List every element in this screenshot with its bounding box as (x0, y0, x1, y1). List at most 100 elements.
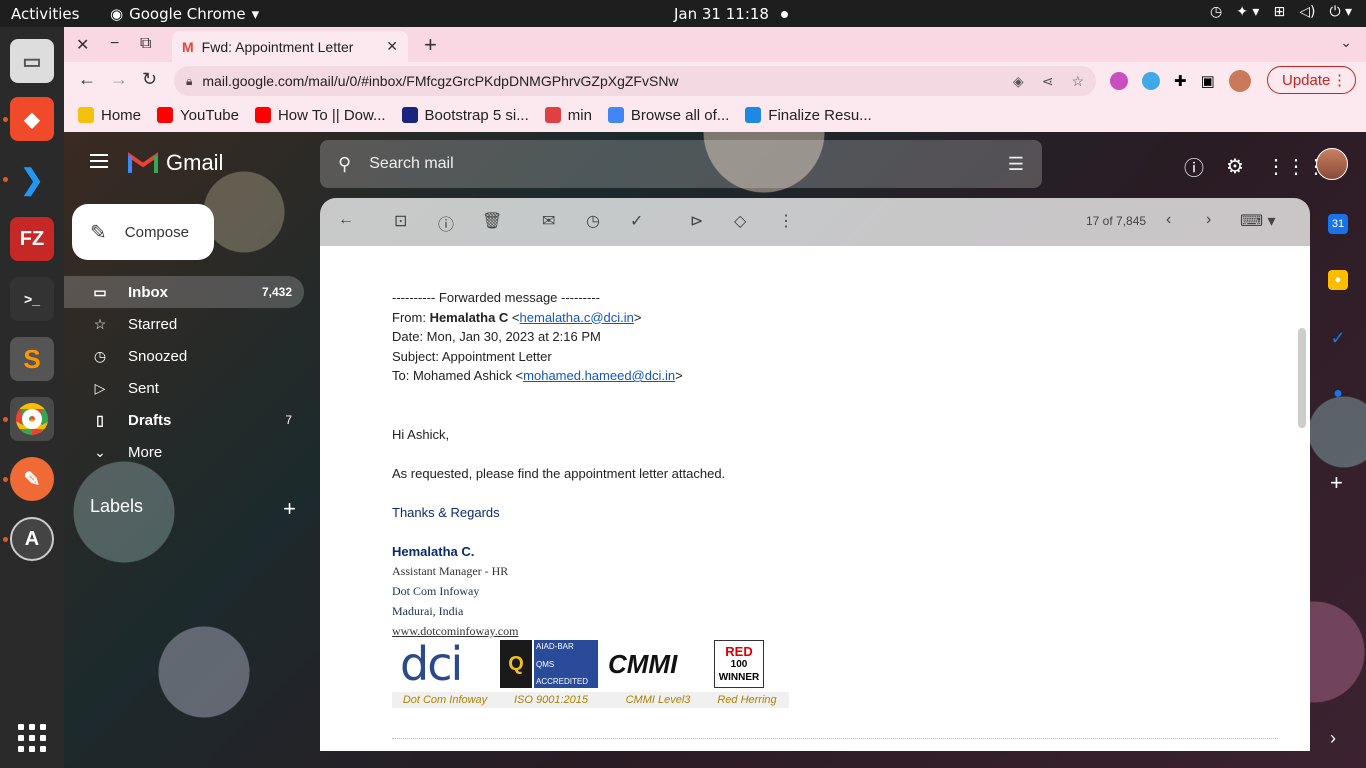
update-button[interactable]: Update ⋮ (1267, 66, 1356, 94)
older-icon[interactable]: › (1206, 211, 1211, 229)
from-email-link[interactable]: hemalatha.c@dci.in (520, 310, 634, 325)
labels-section: Labels + (90, 496, 296, 522)
extensions-puzzle-icon[interactable]: ✚ (1174, 72, 1187, 90)
dock: ▭ ◆ ❯ FZ >_ S ✎ A (0, 27, 64, 768)
bookmark-item[interactable]: Bootstrap 5 si... (401, 107, 529, 124)
body-text: As requested, please find the appointmen… (392, 465, 726, 481)
terminal-icon[interactable]: >_ (10, 277, 54, 321)
timer-icon[interactable]: ◷ (1210, 4, 1222, 20)
newer-icon[interactable]: ‹ (1166, 211, 1171, 229)
contacts-icon[interactable]: ● (1328, 384, 1348, 404)
network-icon[interactable]: ⊞ (1273, 4, 1285, 20)
close-tab-icon[interactable]: ✕ (386, 38, 398, 55)
vscode-icon[interactable]: ❯ (10, 157, 54, 201)
reload-icon[interactable]: ↻ (142, 69, 157, 90)
power-icon[interactable]: ⏻ ▾ (1329, 4, 1352, 20)
restore-icon[interactable]: ⧉ (140, 35, 151, 53)
bookmark-item[interactable]: Browse all of... (607, 107, 729, 124)
more-options-icon[interactable]: ⋮ (778, 211, 794, 231)
nav-count: 7 (285, 413, 292, 427)
bookmark-item[interactable]: Home (78, 107, 141, 124)
scroll-thumb[interactable] (1298, 328, 1306, 428)
search-icon[interactable]: ⚲ (338, 154, 351, 175)
delete-icon[interactable]: 🗑︎ (482, 211, 502, 231)
calendar-icon[interactable]: 31 (1328, 214, 1348, 234)
get-addons-icon[interactable]: + (1330, 470, 1343, 496)
bookmark-item[interactable]: min (544, 107, 592, 124)
nav-label: Starred (128, 315, 178, 333)
volume-icon[interactable]: ◁) (1299, 4, 1315, 20)
keyboard-icon[interactable]: ⌨ ▾ (1240, 211, 1276, 231)
tab-search-icon[interactable]: ⌄ (1340, 34, 1352, 51)
compose-button[interactable]: ✎ Compose (72, 204, 214, 260)
extension-bolt-icon[interactable] (1142, 72, 1160, 90)
show-apps-icon[interactable] (18, 724, 46, 752)
move-to-icon[interactable]: ⊳ (690, 211, 703, 231)
extension-hashtag-icon[interactable] (1110, 72, 1128, 90)
mark-unread-icon[interactable]: ✉ (542, 211, 555, 231)
show-side-panel-icon[interactable]: › (1330, 728, 1336, 749)
software-updater-icon[interactable]: A (10, 517, 54, 561)
clock[interactable]: Jan 31 11:18 (674, 5, 788, 23)
new-tab-icon[interactable]: + (424, 32, 437, 58)
iso-top-text: AIAD-BAR (536, 642, 574, 651)
filezilla-icon[interactable]: FZ (10, 217, 54, 261)
report-spam-icon[interactable]: ⓘ (438, 211, 454, 235)
minimize-icon[interactable]: − (110, 35, 119, 53)
search-bar[interactable]: ⚲ Search mail ☰ (320, 140, 1042, 188)
bookmark-item[interactable]: How To || Dow... (254, 106, 386, 124)
postman-icon[interactable]: ✎ (10, 457, 54, 501)
nav-more[interactable]: ⌄ More (64, 436, 304, 468)
app-menu[interactable]: ◉ Google Chrome ▾ (110, 5, 259, 23)
bookmark-star-icon[interactable]: ☆ (1071, 73, 1084, 90)
address-bar[interactable]: 🔒︎ mail.google.com/mail/u/0/#inbox/FMfcg… (174, 66, 1096, 96)
activities-button[interactable]: Activities (11, 5, 79, 23)
label-icon[interactable]: ◇ (734, 211, 746, 231)
side-panel-icon[interactable]: ▣ (1201, 72, 1215, 90)
running-indicator (3, 117, 8, 122)
signature-location: Madurai, India (392, 604, 464, 618)
back-to-inbox-icon[interactable]: ← (338, 211, 354, 229)
message-scrollbar[interactable] (1294, 246, 1310, 751)
nav-drafts[interactable]: ▯ Drafts 7 (64, 404, 304, 436)
share-icon[interactable]: ⋖ (1042, 73, 1054, 90)
gmail-logo[interactable]: Gmail (128, 150, 223, 176)
tab-gmail[interactable]: M Fwd: Appointment Letter ✕ (172, 31, 408, 62)
account-avatar[interactable] (1316, 148, 1348, 180)
bookmark-item[interactable]: YouTube (157, 107, 239, 124)
bookmark-label: How To || Dow... (277, 106, 386, 124)
files-icon[interactable]: ▭ (10, 39, 54, 83)
date-line: Date: Mon, Jan 30, 2023 at 2:16 PM (392, 329, 601, 344)
tasks-icon[interactable]: ✓ (1328, 328, 1348, 348)
nav-snoozed[interactable]: ◷ Snoozed (64, 340, 304, 372)
close-window-icon[interactable]: ✕ (76, 35, 89, 55)
search-input[interactable]: Search mail (369, 155, 1008, 173)
lock-icon[interactable]: 🔒︎ (186, 74, 192, 89)
sublime-icon[interactable]: S (10, 337, 54, 381)
keep-icon[interactable]: ● (1328, 270, 1348, 290)
nav-inbox[interactable]: ▭ Inbox 7,432 (64, 276, 304, 308)
add-task-icon[interactable]: ✓ (630, 211, 643, 231)
system-tray[interactable]: ◷ ✦ ▾ ⊞ ◁) ⏻ ▾ (1210, 4, 1352, 20)
snooze-icon[interactable]: ◷ (586, 211, 600, 231)
search-options-icon[interactable]: ☰ (1008, 154, 1024, 175)
to-email-link[interactable]: mohamed.hameed@dci.in (523, 368, 675, 383)
message-divider (392, 738, 1278, 739)
eye-icon[interactable]: ◈ (1013, 73, 1024, 90)
back-icon[interactable]: ← (78, 69, 96, 90)
chrome-dock-icon[interactable] (10, 397, 54, 441)
forward-icon[interactable]: → (110, 69, 128, 90)
help-icon[interactable]: ⓘ (1184, 152, 1204, 181)
pencil-icon: ✎ (90, 221, 107, 244)
nav-sent[interactable]: ▷ Sent (64, 372, 304, 404)
anydesk-icon[interactable]: ◆ (10, 97, 54, 141)
add-label-icon[interactable]: + (283, 496, 296, 522)
archive-icon[interactable]: ⊡ (394, 211, 407, 231)
accessibility-icon[interactable]: ✦ ▾ (1236, 4, 1259, 20)
profile-avatar[interactable] (1228, 70, 1251, 92)
main-menu-icon[interactable] (90, 154, 108, 168)
nav-starred[interactable]: ☆ Starred (64, 308, 304, 340)
q-seal-icon: Q (500, 640, 532, 688)
bookmark-item[interactable]: Finalize Resu... (745, 107, 872, 124)
settings-gear-icon[interactable]: ⚙ (1226, 154, 1244, 179)
